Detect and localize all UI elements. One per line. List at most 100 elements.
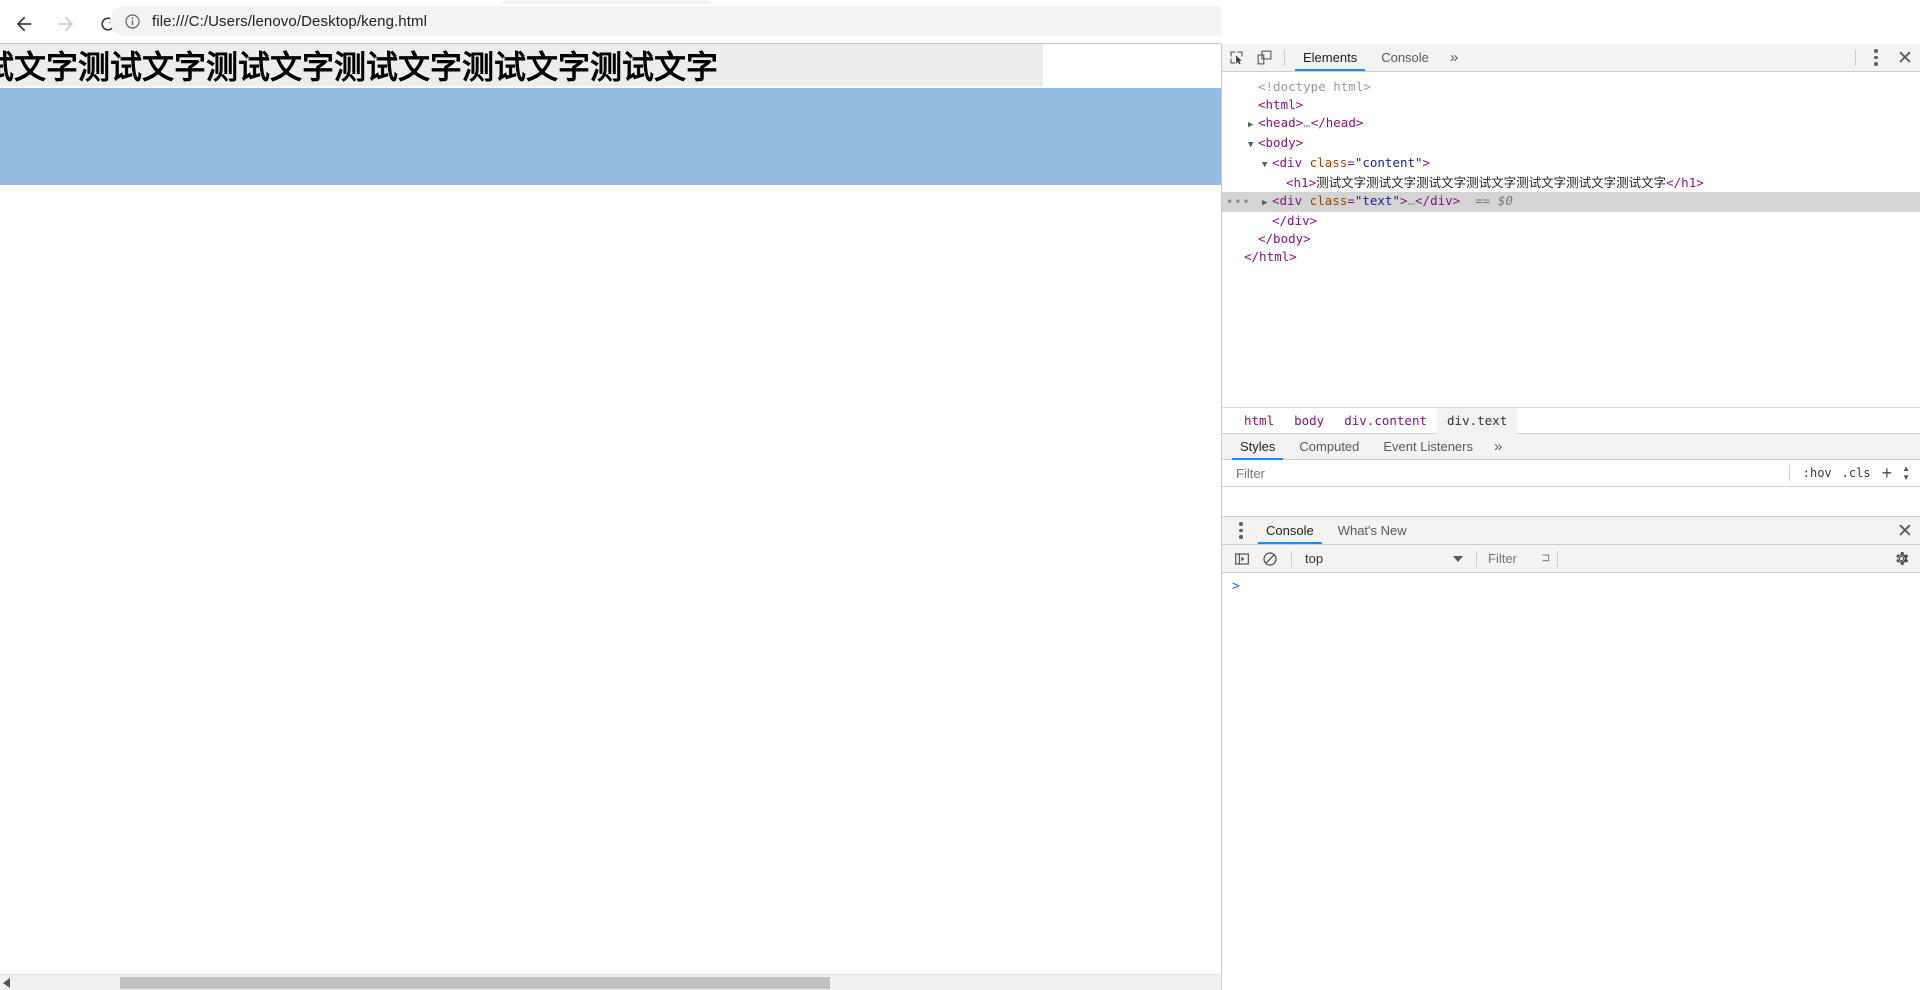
inspect-element-icon	[1229, 51, 1243, 65]
clear-console-button[interactable]	[1256, 546, 1284, 572]
styles-pane-tabs: Styles Computed Event Listeners »	[1222, 433, 1920, 460]
info-circle-icon[interactable]	[124, 13, 141, 30]
tab-styles[interactable]: Styles	[1228, 433, 1287, 460]
triangle-down-icon[interactable]: ▼	[1262, 156, 1272, 174]
devtools-tabs-overflow-button[interactable]: »	[1441, 44, 1467, 71]
dom-token: class	[1309, 193, 1348, 208]
dom-token: =	[1347, 193, 1355, 208]
dom-tree-node[interactable]: </body>	[1222, 230, 1920, 248]
console-toolbar: top Filter ⊐	[1222, 545, 1920, 573]
console-filter-input[interactable]: Filter	[1484, 551, 1542, 566]
triangle-down-icon[interactable]: ▼	[1248, 136, 1258, 154]
dom-token: </div>	[1272, 213, 1318, 228]
drawer-close-button[interactable]: ✕	[1890, 520, 1920, 542]
toolbar-divider	[1284, 49, 1285, 66]
scroll-left-arrow-icon[interactable]	[3, 978, 10, 988]
dom-token: == $0	[1460, 193, 1513, 208]
page-viewport: 试文字测试文字测试文字测试文字测试文字测试文字	[0, 44, 1221, 990]
devtools-close-button[interactable]: ✕	[1890, 47, 1920, 69]
tab-elements[interactable]: Elements	[1291, 44, 1369, 71]
styles-filter-bar: :hov .cls + ▲ ▼	[1222, 460, 1920, 487]
forward-button[interactable]	[48, 6, 84, 42]
console-sidebar-toggle-button[interactable]	[1228, 546, 1256, 572]
console-context-selector[interactable]: top	[1299, 549, 1469, 569]
page-horizontal-scrollbar[interactable]	[0, 974, 1221, 990]
console-toolbar-divider	[1291, 550, 1292, 567]
dom-tree-node[interactable]: ••• ▶ <div class="text">…</div> == $0	[1222, 192, 1920, 212]
devtools-more-button[interactable]	[1862, 45, 1890, 71]
dom-token: </html>	[1244, 249, 1297, 264]
breadcrumb-item-body[interactable]: body	[1284, 408, 1334, 434]
chevron-down-icon	[1453, 555, 1463, 562]
devtools-panel: Elements Console » ✕ <!doctype html> <htm…	[1221, 44, 1920, 990]
dom-token: <div	[1272, 155, 1310, 170]
triangle-right-icon[interactable]: ▶	[1262, 194, 1272, 212]
forward-arrow-icon	[58, 16, 74, 32]
dom-token: <body>	[1258, 135, 1304, 150]
console-context-label: top	[1305, 551, 1324, 566]
dom-token: <html>	[1258, 97, 1304, 112]
scrollbar-thumb[interactable]	[120, 977, 830, 989]
dom-token: <h1>	[1286, 175, 1317, 190]
styles-tabs-overflow-button[interactable]: »	[1485, 433, 1511, 460]
triangle-right-icon[interactable]: ▶	[1248, 116, 1258, 134]
breadcrumb-item-html[interactable]: html	[1234, 408, 1284, 434]
console-toolbar-divider-2	[1476, 550, 1477, 567]
console-toolbar-divider-3	[1556, 550, 1558, 567]
dom-tree-node[interactable]: <!doctype html>	[1222, 78, 1920, 96]
back-button[interactable]	[6, 6, 42, 42]
console-log-levels-selector[interactable]: ⊐	[1542, 551, 1550, 566]
console-sidebar-icon	[1235, 552, 1249, 565]
device-toolbar-icon	[1257, 50, 1271, 65]
breadcrumb-item-div-text[interactable]: div.text	[1437, 407, 1518, 434]
dom-token: <!doctype html>	[1258, 79, 1371, 94]
three-dot-menu-icon	[1874, 49, 1878, 66]
devtools-toolbar: Elements Console » ✕	[1222, 44, 1920, 72]
dom-token: </div>	[1415, 193, 1461, 208]
styles-filter-input[interactable]	[1234, 464, 1781, 482]
dom-token: "text"	[1354, 193, 1400, 208]
address-bar[interactable]: file:///C:/Users/lenovo/Desktop/keng.htm…	[110, 6, 1221, 36]
tab-whats-new[interactable]: What's New	[1326, 517, 1419, 544]
dom-tree[interactable]: <!doctype html> <html> ▶ <head>…</head> ▼ <bo…	[1222, 72, 1920, 407]
tab-drawer-console[interactable]: Console	[1254, 517, 1326, 544]
three-dot-menu-icon	[1239, 522, 1243, 539]
dom-token: …	[1407, 193, 1416, 208]
dom-node-badge: •••	[1226, 195, 1251, 209]
dom-token: <head>	[1258, 115, 1304, 130]
styles-scroll-stepper[interactable]: ▲ ▼	[1898, 465, 1914, 482]
console-output[interactable]: >	[1222, 573, 1920, 973]
filter-divider	[1788, 465, 1790, 481]
dom-tree-node[interactable]: </html>	[1222, 248, 1920, 266]
dom-tree-node[interactable]: </div>	[1222, 212, 1920, 230]
tab-drawer-console-label: Console	[1266, 523, 1314, 538]
toolbar-divider-2	[1855, 49, 1856, 66]
inspect-element-button[interactable]	[1222, 45, 1250, 71]
screen-root: file:///C:/Users/lenovo/Desktop/keng.htm…	[0, 0, 1920, 990]
breadcrumb-item-div-content[interactable]: div.content	[1334, 408, 1437, 434]
device-toolbar-button[interactable]	[1250, 45, 1278, 71]
tab-computed-label: Computed	[1299, 439, 1360, 454]
browser-window: file:///C:/Users/lenovo/Desktop/keng.htm…	[0, 0, 1221, 990]
dom-tree-node[interactable]: <h1>测试文字测试文字测试文字测试文字测试文字测试文字测试文字</h1>	[1222, 174, 1920, 192]
dom-tree-node[interactable]: <html>	[1222, 96, 1920, 114]
dom-token: <div	[1272, 193, 1310, 208]
dom-token: …	[1303, 115, 1311, 130]
console-settings-button[interactable]	[1888, 550, 1914, 567]
dom-token: </head>	[1310, 115, 1364, 130]
breadcrumb[interactable]: html body div.content div.text	[1222, 407, 1920, 434]
drawer-more-button[interactable]	[1228, 518, 1254, 544]
dom-tree-node[interactable]: ▶ <head>…</head>	[1222, 114, 1920, 134]
dom-tree-node[interactable]: ▼ <body>	[1222, 134, 1920, 154]
dom-tree-node[interactable]: ▼ <div class="content">	[1222, 154, 1920, 174]
chevron-right-double-icon: »	[1494, 438, 1503, 455]
toggle-hover-state-button[interactable]: :hov	[1798, 466, 1837, 480]
new-style-rule-button[interactable]: +	[1876, 463, 1899, 484]
tab-computed[interactable]: Computed	[1287, 433, 1371, 460]
url-text: file:///C:/Users/lenovo/Desktop/keng.htm…	[152, 12, 428, 30]
tab-event-listeners[interactable]: Event Listeners	[1371, 433, 1485, 460]
chevron-right-double-icon: »	[1449, 49, 1459, 66]
back-arrow-icon	[16, 16, 32, 32]
tab-console[interactable]: Console	[1369, 44, 1441, 71]
toggle-class-button[interactable]: .cls	[1837, 466, 1876, 480]
